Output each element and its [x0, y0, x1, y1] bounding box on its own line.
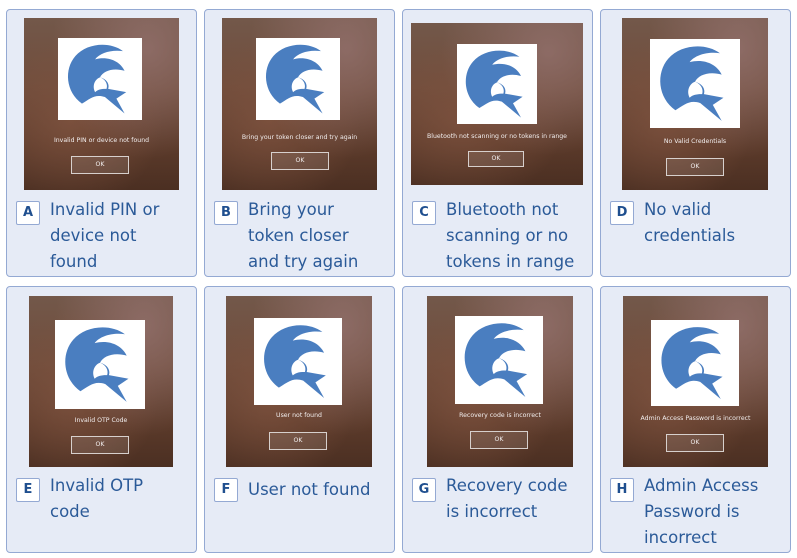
- error-card-grid: Invalid PIN or device not found OK A Inv…: [0, 0, 797, 558]
- letter-badge: G: [412, 478, 436, 502]
- card-e: Invalid OTP Code OK E Invalid OTP code: [6, 286, 197, 553]
- dialog-message: Invalid PIN or device not found: [53, 137, 150, 144]
- spartan-helmet-icon: [254, 318, 342, 405]
- card-d: No Valid Credentials OK D No valid crede…: [600, 9, 791, 277]
- dialog-message: Admin Access Password is incorrect: [640, 415, 751, 422]
- card-description: Invalid PIN or device not found: [50, 200, 160, 271]
- spartan-helmet-icon: [455, 316, 543, 404]
- card-description: Invalid OTP code: [50, 476, 144, 521]
- spartan-helmet-icon: [650, 39, 740, 128]
- dialog-screenshot-h: Admin Access Password is incorrect OK: [623, 296, 768, 467]
- letter-badge: C: [412, 201, 436, 225]
- spartan-helmet-icon: [58, 38, 142, 120]
- card-description: User not found: [248, 480, 371, 499]
- dialog-screenshot-c: Bluetooth not scanning or no tokens in r…: [411, 23, 583, 185]
- spartan-helmet-icon: [55, 320, 145, 409]
- card-a: Invalid PIN or device not found OK A Inv…: [6, 9, 197, 277]
- dialog-screenshot-g: Recovery code is incorrect OK: [427, 296, 573, 467]
- spartan-helmet-icon: [651, 320, 739, 406]
- letter-badge: D: [610, 201, 634, 225]
- spartan-helmet-icon: [457, 44, 537, 124]
- letter-badge: H: [610, 478, 634, 502]
- dialog-message: User not found: [276, 412, 322, 419]
- card-g: Recovery code is incorrect OK G Recovery…: [402, 286, 593, 553]
- letter-badge: F: [214, 478, 238, 502]
- card-description: Recovery code is incorrect: [446, 476, 568, 521]
- dialog-screenshot-a: Invalid PIN or device not found OK: [24, 18, 179, 190]
- ok-button[interactable]: OK: [666, 434, 724, 452]
- card-description: Admin Access Password is incorrect: [644, 476, 759, 547]
- dialog-message: No Valid Credentials: [663, 138, 727, 145]
- letter-badge: E: [16, 478, 40, 502]
- dialog-message: Bluetooth not scanning or no tokens in r…: [427, 133, 567, 140]
- ok-button[interactable]: OK: [71, 436, 129, 454]
- card-description: No valid credentials: [644, 200, 736, 245]
- dialog-screenshot-f: User not found OK: [226, 296, 372, 467]
- ok-button[interactable]: OK: [271, 152, 329, 170]
- ok-button[interactable]: OK: [71, 156, 129, 174]
- card-f: User not found OK F User not found: [204, 286, 395, 553]
- dialog-message: Recovery code is incorrect: [459, 412, 541, 419]
- card-description: Bluetooth not scanning or no tokens in r…: [446, 200, 575, 271]
- dialog-screenshot-e: Invalid OTP Code OK: [29, 296, 173, 467]
- letter-badge: A: [16, 201, 40, 225]
- ok-button[interactable]: OK: [470, 431, 528, 449]
- spartan-helmet-icon: [256, 38, 340, 120]
- dialog-screenshot-b: Bring your token closer and try again OK: [222, 18, 377, 190]
- ok-button[interactable]: OK: [269, 432, 327, 450]
- dialog-message: Invalid OTP Code: [74, 417, 128, 424]
- dialog-screenshot-d: No Valid Credentials OK: [622, 18, 768, 190]
- card-c: Bluetooth not scanning or no tokens in r…: [402, 9, 593, 277]
- letter-badge: B: [214, 201, 238, 225]
- card-description: Bring your token closer and try again: [248, 200, 359, 271]
- ok-button[interactable]: OK: [468, 151, 524, 167]
- dialog-message: Bring your token closer and try again: [241, 134, 358, 141]
- card-b: Bring your token closer and try again OK…: [204, 9, 395, 277]
- card-h: Admin Access Password is incorrect OK H …: [600, 286, 791, 553]
- ok-button[interactable]: OK: [666, 158, 724, 176]
